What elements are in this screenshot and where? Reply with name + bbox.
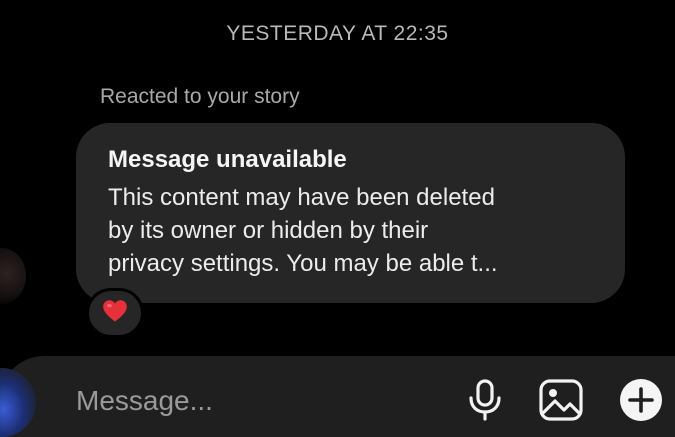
microphone-icon [468,378,502,426]
message-input[interactable] [76,381,436,421]
reaction-badge[interactable] [86,288,144,338]
gallery-button[interactable] [537,378,585,426]
gallery-icon [538,378,584,427]
message-body: This content may have been deleted by it… [108,181,599,280]
message-timestamp: YESTERDAY AT 22:35 [226,22,449,45]
message-title: Message unavailable [108,146,347,173]
message-body-line: by its owner or hidden by their [108,217,429,244]
add-icon [618,377,664,428]
message-body-line: privacy settings. You may be able t... [108,250,498,277]
heart-emoji-icon [102,299,128,328]
voice-message-button[interactable] [461,378,509,426]
add-button[interactable] [617,378,665,426]
sender-avatar[interactable] [0,248,26,304]
message-body-line: This content may have been deleted [108,184,495,211]
dm-thread-screen: YESTERDAY AT 22:35 Reacted to your story… [0,0,675,437]
story-reaction-label: Reacted to your story [100,85,300,108]
message-bubble[interactable]: Message unavailable This content may hav… [76,123,625,303]
